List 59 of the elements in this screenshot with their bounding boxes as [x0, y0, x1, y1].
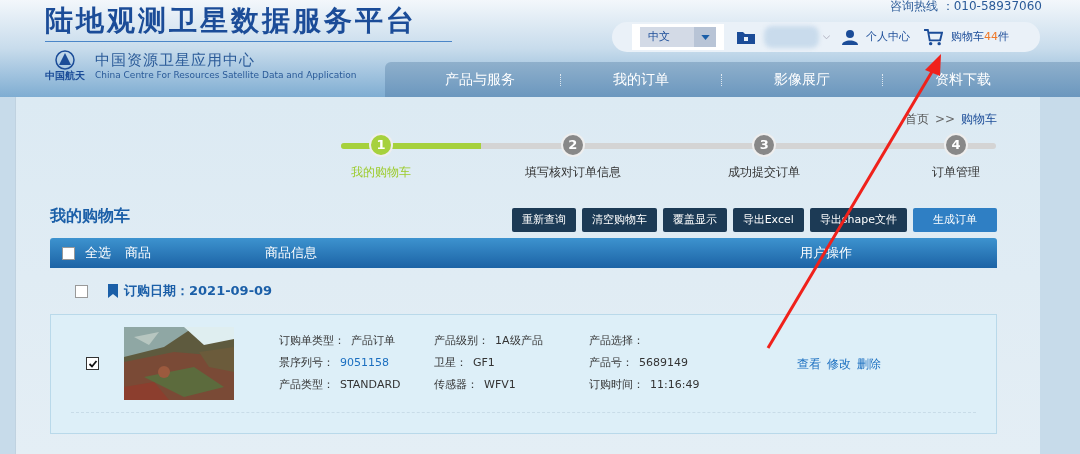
toolbar-button[interactable]: 覆盖显示: [662, 208, 727, 232]
field-value: GF1: [473, 355, 495, 372]
toolbar-button[interactable]: 清空购物车: [581, 208, 657, 232]
cart-link[interactable]: 购物车44件: [951, 28, 1009, 46]
field-link[interactable]: 9051158: [340, 355, 389, 372]
field-label: 产品级别：: [434, 333, 489, 350]
group-checkbox[interactable]: [75, 284, 88, 298]
logo-caption: 中国航天: [45, 70, 85, 82]
bookmark-icon: [108, 284, 118, 298]
breadcrumb-link[interactable]: 首页: [904, 109, 929, 128]
field-label: 产品类型：: [279, 377, 334, 394]
field-value: WFV1: [484, 377, 516, 394]
select-all-label: 全选: [85, 244, 112, 263]
site-title: 陆地观测卫星数据服务平台: [45, 3, 417, 39]
field-label: 传感器：: [434, 377, 478, 394]
dropdown-arrow-icon: [700, 34, 710, 40]
step-label: 填写核对订单信息: [524, 164, 621, 181]
toolbar-button[interactable]: 导出Excel: [732, 208, 804, 232]
personal-center-link[interactable]: 个人中心: [866, 28, 910, 46]
field-value: STANDARD: [340, 377, 401, 394]
item-action-link[interactable]: 修改: [827, 354, 851, 373]
step-label: 订单管理: [931, 164, 980, 181]
field-label: 订购时间：: [589, 377, 644, 394]
toolbar-button[interactable]: 重新查询: [511, 208, 576, 232]
breadcrumb-link[interactable]: 购物车: [961, 109, 997, 128]
select-all-checkbox[interactable]: [62, 246, 75, 260]
step-label: 我的购物车: [351, 164, 411, 181]
step-number: 4: [943, 133, 968, 157]
org-name: 中国资源卫星应用中心: [95, 51, 256, 69]
item-checkbox[interactable]: [86, 357, 99, 370]
field-label: 产品号：: [589, 355, 633, 372]
field-label: 产品选择：: [589, 333, 644, 350]
folder-icon[interactable]: [736, 29, 756, 45]
step-number: 3: [752, 133, 777, 157]
toolbar-button[interactable]: 生成订单: [913, 208, 997, 232]
user-icon: [842, 29, 858, 45]
field-value: 11:16:49: [650, 377, 700, 394]
field-label: 景序列号：: [279, 355, 334, 372]
breadcrumb-separator: >>: [934, 110, 955, 128]
item-action-link[interactable]: 删除: [857, 354, 881, 373]
step-number: 2: [560, 133, 585, 157]
field-value: 产品订单: [351, 333, 395, 350]
logo-icon: [55, 50, 75, 70]
step-number: 1: [369, 133, 393, 157]
column-header: 商品信息: [265, 244, 318, 263]
field-value: 1A级产品: [495, 333, 543, 350]
language-select[interactable]: 中文: [640, 27, 716, 47]
item-action-link[interactable]: 查看: [797, 354, 821, 373]
step-label: 成功提交订单: [728, 164, 801, 181]
field-label: 订购单类型：: [279, 333, 345, 350]
blurred-username: [764, 26, 819, 48]
order-date: 订购日期：2021-09-09: [124, 282, 273, 301]
cart-title: 我的购物车: [50, 205, 130, 227]
field-value: 5689149: [639, 355, 688, 372]
hotline: 咨询热线 ：010-58937060: [889, 0, 1042, 14]
org-name-english: China Centre For Resources Satellite Data and Application: [95, 69, 357, 81]
field-label: 卫星：: [434, 355, 467, 372]
cart-icon[interactable]: [924, 28, 943, 46]
column-header: 商品: [125, 244, 152, 263]
